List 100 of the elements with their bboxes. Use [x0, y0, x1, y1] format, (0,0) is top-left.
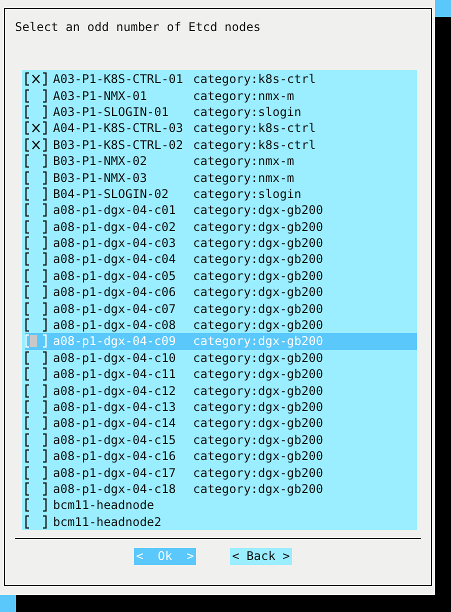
node-category: category:dgx-gb200	[193, 449, 324, 464]
node-row[interactable]: A03-P1-K8S-CTRL-01 category:k8s-ctrl	[25, 71, 417, 88]
checkbox[interactable]	[25, 220, 47, 234]
node-name: a08-p1-dgx-04-c01	[53, 203, 177, 218]
node-category: category:dgx-gb200	[193, 302, 324, 316]
node-name: a08-p1-dgx-04-c17	[53, 466, 177, 480]
node-name: B03-P1-NMX-02	[53, 154, 148, 168]
node-category: category:nmx-m	[193, 88, 294, 103]
node-category: category:dgx-gb200	[193, 350, 324, 365]
node-category: category:dgx-gb200	[193, 268, 324, 283]
node-row[interactable]: a08-p1-dgx-04-c06 category:dgx-gb200	[25, 284, 417, 300]
node-category: category:k8s-ctrl	[193, 121, 316, 136]
checkbox[interactable]	[25, 367, 47, 382]
node-row[interactable]: a08-p1-dgx-04-c16 category:dgx-gb200	[25, 448, 417, 464]
node-category: category:dgx-gb200	[193, 334, 324, 348]
checkbox[interactable]	[25, 186, 47, 201]
checkbox[interactable]	[25, 482, 47, 496]
node-row[interactable]: a08-p1-dgx-04-c15 category:dgx-gb200	[25, 432, 417, 448]
node-row[interactable]: a08-p1-dgx-04-c01 category:dgx-gb200	[25, 202, 417, 219]
node-name: a08-p1-dgx-04-c16	[53, 449, 177, 464]
node-row[interactable]: a08-p1-dgx-04-c17 category:dgx-gb200	[25, 464, 417, 481]
node-row[interactable]: B03-P1-NMX-03 category:nmx-m	[25, 169, 417, 186]
checkbox[interactable]	[25, 72, 47, 86]
node-row[interactable]: B03-P1-NMX-02 category:nmx-m	[25, 152, 417, 170]
node-row[interactable]: A04-P1-K8S-CTRL-03 category:k8s-ctrl	[25, 120, 417, 137]
node-category: category:dgx-gb200	[193, 416, 324, 430]
node-category: category:dgx-gb200	[193, 482, 324, 496]
node-category: category:slogin	[193, 104, 302, 119]
checkbox[interactable]	[25, 138, 47, 152]
node-row[interactable]: a08-p1-dgx-04-c12 category:dgx-gb200	[25, 382, 417, 399]
checkbox[interactable]	[25, 203, 47, 218]
checkbox[interactable]	[25, 154, 47, 168]
checkbox[interactable]	[25, 121, 47, 136]
node-category: category:dgx-gb200	[193, 367, 324, 382]
node-category: category:dgx-gb200	[193, 400, 324, 414]
node-row[interactable]: a08-p1-dgx-04-c08 category:dgx-gb200	[25, 316, 417, 334]
checkbox[interactable]	[25, 302, 47, 316]
node-name: B04-P1-SLOGIN-02	[53, 186, 170, 201]
node-category: category:dgx-gb200	[193, 203, 324, 218]
node-row[interactable]: a08-p1-dgx-04-c10 category:dgx-gb200	[25, 350, 417, 366]
node-row[interactable]: a08-p1-dgx-04-c02 category:dgx-gb200	[25, 218, 417, 235]
node-category: category:dgx-gb200	[193, 466, 324, 480]
dialog-button[interactable]: < Back >	[230, 548, 292, 565]
node-row[interactable]: bcm11-headnode2	[25, 514, 417, 530]
node-category: category:dgx-gb200	[193, 220, 324, 234]
node-category: category:nmx-m	[193, 154, 294, 168]
checkbox[interactable]	[25, 88, 47, 103]
node-row[interactable]: a08-p1-dgx-04-c03 category:dgx-gb200	[25, 234, 417, 252]
node-category: category:k8s-ctrl	[193, 138, 316, 152]
checkbox[interactable]	[25, 466, 47, 480]
checkbox[interactable]	[25, 170, 47, 185]
node-row[interactable]: A03-P1-SLOGIN-01 category:slogin	[25, 104, 417, 120]
node-category: category:nmx-m	[193, 170, 294, 185]
node-row[interactable]: a08-p1-dgx-04-c11 category:dgx-gb200	[25, 366, 417, 382]
node-row[interactable]: B03-P1-K8S-CTRL-02 category:k8s-ctrl	[25, 136, 417, 153]
node-row[interactable]: bcm11-headnode	[25, 497, 417, 514]
node-category: category:slogin	[193, 186, 302, 201]
node-category: category:dgx-gb200	[193, 252, 324, 266]
checkbox[interactable]	[25, 350, 47, 365]
node-row[interactable]: a08-p1-dgx-04-c14 category:dgx-gb200	[25, 415, 417, 432]
checkbox[interactable]	[25, 449, 47, 464]
node-name: a08-p1-dgx-04-c11	[53, 367, 177, 382]
checkbox[interactable]	[25, 514, 47, 529]
checkbox[interactable]	[25, 498, 47, 512]
node-name: a08-p1-dgx-04-c12	[53, 384, 177, 398]
checkbox[interactable]	[25, 285, 47, 300]
node-row[interactable]: a08-p1-dgx-04-c13 category:dgx-gb200	[25, 398, 417, 416]
node-category: category:dgx-gb200	[193, 285, 324, 300]
node-name: a08-p1-dgx-04-c18	[53, 482, 177, 496]
node-name: a08-p1-dgx-04-c15	[53, 432, 177, 447]
node-name: B03-P1-NMX-03	[53, 170, 148, 185]
node-name: B03-P1-K8S-CTRL-02	[53, 138, 184, 152]
checkbox[interactable]	[25, 318, 47, 332]
checkbox[interactable]	[25, 252, 47, 266]
checkbox[interactable]	[25, 104, 47, 119]
node-name: a08-p1-dgx-04-c13	[53, 400, 177, 414]
checkbox[interactable]	[25, 268, 47, 283]
checkbox[interactable]	[25, 400, 47, 414]
node-name: a08-p1-dgx-04-c09	[53, 334, 177, 348]
node-row[interactable]: a08-p1-dgx-04-c18 category:dgx-gb200	[25, 480, 417, 498]
node-category: category:dgx-gb200	[193, 236, 324, 250]
node-name: a08-p1-dgx-04-c10	[53, 350, 177, 365]
checkbox[interactable]	[25, 432, 47, 447]
dialog-prompt: Select an odd number of Etcd nodes	[15, 19, 262, 35]
node-name: bcm11-headnode2	[53, 514, 162, 529]
node-name: A03-P1-SLOGIN-01	[53, 104, 170, 119]
checkbox[interactable]	[25, 416, 47, 430]
node-row[interactable]: B04-P1-SLOGIN-02 category:slogin	[25, 186, 417, 202]
node-row[interactable]: a08-p1-dgx-04-c04 category:dgx-gb200	[25, 251, 417, 268]
node-row[interactable]: A03-P1-NMX-01 category:nmx-m	[25, 87, 417, 104]
node-name: A04-P1-K8S-CTRL-03	[53, 121, 184, 136]
checkbox[interactable]	[25, 236, 47, 250]
node-category: category:dgx-gb200	[193, 432, 324, 447]
node-name: bcm11-headnode	[53, 498, 156, 512]
checkbox[interactable]	[25, 384, 47, 398]
node-row[interactable]: a08-p1-dgx-04-c05 category:dgx-gb200	[25, 268, 417, 284]
node-name: A03-P1-K8S-CTRL-01	[53, 72, 184, 86]
node-name: a08-p1-dgx-04-c07	[53, 302, 177, 316]
node-name: a08-p1-dgx-04-c05	[53, 268, 177, 283]
node-row[interactable]: a08-p1-dgx-04-c07 category:dgx-gb200	[25, 300, 417, 317]
